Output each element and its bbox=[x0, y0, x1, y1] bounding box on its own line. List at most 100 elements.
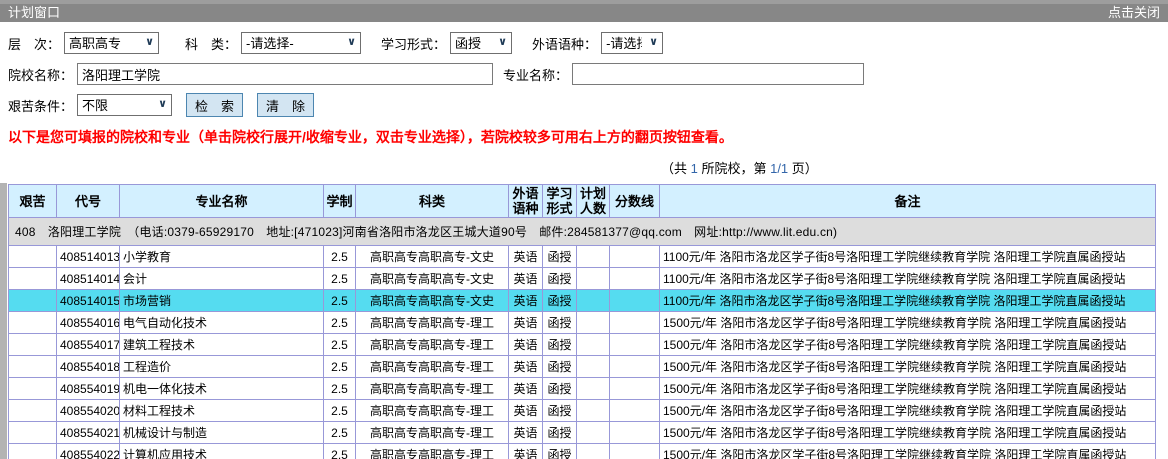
study-form-select[interactable]: 函授 bbox=[450, 32, 512, 54]
language-cell: 英语 bbox=[509, 290, 543, 312]
header-hardship: 艰苦 bbox=[9, 185, 57, 218]
major-cell: 小学教育 bbox=[120, 246, 324, 268]
category-cell: 高职高专高职高专-理工 bbox=[356, 334, 509, 356]
code-cell: 408514014 bbox=[57, 268, 120, 290]
major-cell: 会计 bbox=[120, 268, 324, 290]
table-row[interactable]: 408514014会计2.5高职高专高职高专-文史英语函授1100元/年 洛阳市… bbox=[9, 268, 1156, 290]
table-row[interactable]: 408554021机械设计与制造2.5高职高专高职高专-理工英语函授1500元/… bbox=[9, 422, 1156, 444]
major-cell: 电气自动化技术 bbox=[120, 312, 324, 334]
close-window-button[interactable]: 点击关闭 bbox=[1108, 2, 1160, 21]
plan-table-body: 408 洛阳理工学院 （电话:0379-65929170 地址:[471023]… bbox=[9, 218, 1156, 459]
score-line-cell bbox=[610, 334, 660, 356]
hardship-cell bbox=[9, 246, 57, 268]
plan-count-cell bbox=[577, 422, 610, 444]
search-button[interactable]: 检 索 bbox=[186, 93, 243, 117]
level-select[interactable]: 高职高专 bbox=[64, 32, 159, 54]
plan-count-cell bbox=[577, 312, 610, 334]
years-cell: 2.5 bbox=[324, 444, 356, 459]
table-row[interactable]: 408554022计算机应用技术2.5高职高专高职高专-理工英语函授1500元/… bbox=[9, 444, 1156, 459]
remark-cell: 1500元/年 洛阳市洛龙区学子街8号洛阳理工学院继续教育学院 洛阳理工学院直属… bbox=[660, 312, 1156, 334]
category-cell: 高职高专高职高专-文史 bbox=[356, 290, 509, 312]
college-name-label: 院校名称： bbox=[8, 65, 73, 84]
table-row[interactable]: 408554018工程造价2.5高职高专高职高专-理工英语函授1500元/年 洛… bbox=[9, 356, 1156, 378]
remark-cell: 1500元/年 洛阳市洛龙区学子街8号洛阳理工学院继续教育学院 洛阳理工学院直属… bbox=[660, 378, 1156, 400]
hardship-cell bbox=[9, 312, 57, 334]
score-line-cell bbox=[610, 378, 660, 400]
clear-button[interactable]: 清 除 bbox=[257, 93, 314, 117]
code-cell: 408514015 bbox=[57, 290, 120, 312]
score-line-cell bbox=[610, 444, 660, 459]
major-cell: 建筑工程技术 bbox=[120, 334, 324, 356]
language-cell: 英语 bbox=[509, 312, 543, 334]
filter-row-1: 层 次： 高职高专∨ 科 类： -请选择-∨ 学习形式： 函授∨ 外语语种： -… bbox=[8, 31, 1168, 55]
form-cell: 函授 bbox=[543, 334, 577, 356]
form-cell: 函授 bbox=[543, 422, 577, 444]
category-cell: 高职高专高职高专-理工 bbox=[356, 400, 509, 422]
category-cell: 高职高专高职高专-理工 bbox=[356, 444, 509, 459]
language-cell: 英语 bbox=[509, 400, 543, 422]
years-cell: 2.5 bbox=[324, 400, 356, 422]
table-row[interactable]: 408554017建筑工程技术2.5高职高专高职高专-理工英语函授1500元/年… bbox=[9, 334, 1156, 356]
plan-count-cell bbox=[577, 246, 610, 268]
score-line-cell bbox=[610, 400, 660, 422]
form-cell: 函授 bbox=[543, 246, 577, 268]
filter-row-3: 艰苦条件： 不限∨ 检 索 清 除 bbox=[8, 93, 1168, 117]
form-cell: 函授 bbox=[543, 400, 577, 422]
years-cell: 2.5 bbox=[324, 312, 356, 334]
major-name-label: 专业名称： bbox=[503, 65, 568, 84]
major-cell: 工程造价 bbox=[120, 356, 324, 378]
hardship-cell bbox=[9, 444, 57, 459]
hardship-select[interactable]: 不限 bbox=[77, 94, 172, 116]
form-cell: 函授 bbox=[543, 312, 577, 334]
plan-count-cell bbox=[577, 334, 610, 356]
notice-text: 以下是您可填报的院校和专业（单击院校行展开/收缩专业，双击专业选择），若院校较多… bbox=[8, 127, 1168, 147]
language-cell: 英语 bbox=[509, 378, 543, 400]
filter-row-2: 院校名称： 专业名称： bbox=[8, 62, 1168, 86]
study-form-label: 学习形式： bbox=[381, 34, 446, 53]
language-select[interactable]: -请选择- bbox=[601, 32, 663, 54]
remark-cell: 1500元/年 洛阳市洛龙区学子街8号洛阳理工学院继续教育学院 洛阳理工学院直属… bbox=[660, 444, 1156, 459]
major-cell: 机械设计与制造 bbox=[120, 422, 324, 444]
table-row[interactable]: 408554019机电一体化技术2.5高职高专高职高专-理工英语函授1500元/… bbox=[9, 378, 1156, 400]
plan-count-cell bbox=[577, 378, 610, 400]
major-cell: 材料工程技术 bbox=[120, 400, 324, 422]
code-cell: 408554018 bbox=[57, 356, 120, 378]
hardship-cell bbox=[9, 356, 57, 378]
code-cell: 408514013 bbox=[57, 246, 120, 268]
hardship-cell bbox=[9, 290, 57, 312]
table-row[interactable]: 408514013小学教育2.5高职高专高职高专-文史英语函授1100元/年 洛… bbox=[9, 246, 1156, 268]
plan-table: 艰苦 代号 专业名称 学制 科类 外语语种 学习形式 计划人数 分数线 备注 4… bbox=[8, 184, 1156, 459]
code-cell: 408554019 bbox=[57, 378, 120, 400]
major-name-input[interactable] bbox=[572, 63, 864, 85]
category-cell: 高职高专高职高专-理工 bbox=[356, 422, 509, 444]
form-cell: 函授 bbox=[543, 356, 577, 378]
code-cell: 408554016 bbox=[57, 312, 120, 334]
hardship-cell bbox=[9, 400, 57, 422]
score-line-cell bbox=[610, 422, 660, 444]
college-info-row[interactable]: 408 洛阳理工学院 （电话:0379-65929170 地址:[471023]… bbox=[9, 218, 1156, 246]
plan-count-cell bbox=[577, 268, 610, 290]
form-cell: 函授 bbox=[543, 378, 577, 400]
code-cell: 408554017 bbox=[57, 334, 120, 356]
college-name-input[interactable] bbox=[77, 63, 493, 85]
category-cell: 高职高专高职高专-理工 bbox=[356, 378, 509, 400]
category-label: 科 类： bbox=[185, 34, 237, 53]
years-cell: 2.5 bbox=[324, 246, 356, 268]
plan-count-cell bbox=[577, 444, 610, 459]
code-cell: 408554022 bbox=[57, 444, 120, 459]
header-score-line: 分数线 bbox=[610, 185, 660, 218]
language-cell: 英语 bbox=[509, 422, 543, 444]
language-cell: 英语 bbox=[509, 444, 543, 459]
remark-cell: 1500元/年 洛阳市洛龙区学子街8号洛阳理工学院继续教育学院 洛阳理工学院直属… bbox=[660, 422, 1156, 444]
category-select[interactable]: -请选择- bbox=[241, 32, 361, 54]
header-plan-count: 计划人数 bbox=[577, 185, 610, 218]
window-title: 计划窗口 bbox=[8, 2, 60, 21]
header-category: 科类 bbox=[356, 185, 509, 218]
category-cell: 高职高专高职高专-文史 bbox=[356, 268, 509, 290]
table-row[interactable]: 408554020材料工程技术2.5高职高专高职高专-理工英语函授1500元/年… bbox=[9, 400, 1156, 422]
form-cell: 函授 bbox=[543, 290, 577, 312]
table-row-selected[interactable]: 408514015市场营销2.5高职高专高职高专-文史英语函授1100元/年 洛… bbox=[9, 290, 1156, 312]
table-row[interactable]: 408554016电气自动化技术2.5高职高专高职高专-理工英语函授1500元/… bbox=[9, 312, 1156, 334]
filter-form: 层 次： 高职高专∨ 科 类： -请选择-∨ 学习形式： 函授∨ 外语语种： -… bbox=[0, 22, 1168, 117]
years-cell: 2.5 bbox=[324, 356, 356, 378]
